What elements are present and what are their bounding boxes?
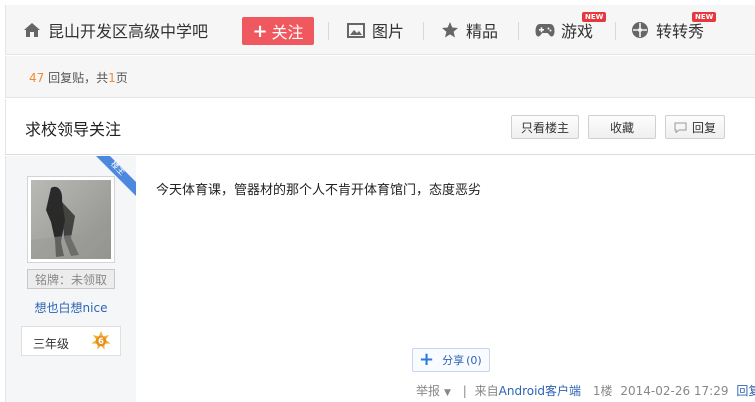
report-link[interactable]: 举报 ▼ [416, 384, 455, 398]
reply-count: 47 [29, 71, 45, 85]
source-prefix: 来自 [474, 384, 499, 398]
user-level[interactable]: 三年级 6 [21, 326, 121, 356]
reply-count-suffix: 回复贴，共 [48, 71, 109, 85]
gamepad-icon [535, 20, 555, 40]
only-op-button[interactable]: 只看楼主 [511, 115, 579, 139]
level-name: 三年级 [33, 337, 70, 351]
nav-pictures-label: 图片 [372, 22, 405, 41]
post-reply-link[interactable]: 回复 [736, 384, 755, 398]
favorite-button[interactable]: 收藏 [588, 115, 656, 139]
nav-divider [423, 22, 424, 40]
caret-down-icon: ▼ [444, 388, 451, 398]
share-plus-icon: + [419, 349, 435, 370]
thread-title-bar: 求校领导关注 只看楼主 收藏 回复 [5, 99, 755, 155]
comment-icon [674, 122, 687, 133]
level-star-icon: 6 [90, 330, 112, 352]
nav-featured[interactable]: 精品 [440, 5, 498, 55]
op-ribbon: 楼主 [96, 156, 136, 196]
nav-pictures[interactable]: 图片 [346, 5, 404, 55]
new-badge: NEW [582, 12, 607, 22]
pinwheel-icon [630, 20, 650, 40]
nav-divider [615, 22, 616, 40]
nav-divider [328, 22, 329, 40]
source-client-link[interactable]: Android客户端 [499, 384, 581, 398]
follow-label: 关注 [271, 23, 304, 42]
reply-button-label: 回复 [691, 120, 716, 135]
nav-featured-label: 精品 [466, 22, 499, 41]
forum-nav-bar: 昆山开发区高级中学吧 + 关注 图片 精品 游戏 NEW 转转秀 NEW [5, 5, 755, 55]
plus-icon: + [252, 20, 268, 42]
page-count: 1 [108, 71, 116, 85]
post-timestamp: 2014-02-26 17:29 [620, 384, 729, 398]
forum-home-link[interactable]: 昆山开发区高级中学吧 [22, 5, 208, 55]
tieba-thread-page: 昆山开发区高级中学吧 + 关注 图片 精品 游戏 NEW 转转秀 NEW 47 … [0, 0, 755, 402]
report-label: 举报 [416, 384, 441, 398]
forum-name: 昆山开发区高级中学吧 [48, 22, 209, 41]
nameplate-badge[interactable]: 铭牌：未领取 [27, 269, 115, 289]
follow-button[interactable]: + 关注 [242, 17, 314, 45]
nav-divider [518, 22, 519, 40]
meta-divider: | [462, 384, 467, 398]
share-button[interactable]: + 分享 (0) [412, 348, 490, 372]
picture-icon [346, 20, 366, 40]
author-username[interactable]: 想也白想nice [6, 299, 136, 316]
page-count-suffix: 页 [115, 71, 128, 85]
share-count: (0) [466, 353, 482, 367]
reply-button[interactable]: 回复 [665, 115, 725, 139]
post-meta: 举报 ▼ | 来自Android客户端 1楼 2014-02-26 17:29 回… [416, 382, 755, 399]
share-label: 分享 [442, 354, 465, 367]
new-badge: NEW [692, 12, 717, 22]
floor-number: 1楼 [592, 384, 613, 398]
post-floor-1: 铭牌：未领取 想也白想nice 三年级 6 楼主 今天体育课，管器材的那个人不肯… [5, 156, 755, 402]
home-icon [22, 20, 42, 40]
post-content: 今天体育课，管器材的那个人不肯开体育馆门，态度恶劣 [156, 183, 482, 198]
reply-count-bar: 47 回复贴，共1页 [5, 56, 755, 98]
star-icon [440, 20, 460, 40]
thread-title: 求校领导关注 [25, 120, 122, 139]
level-number: 6 [98, 337, 104, 347]
